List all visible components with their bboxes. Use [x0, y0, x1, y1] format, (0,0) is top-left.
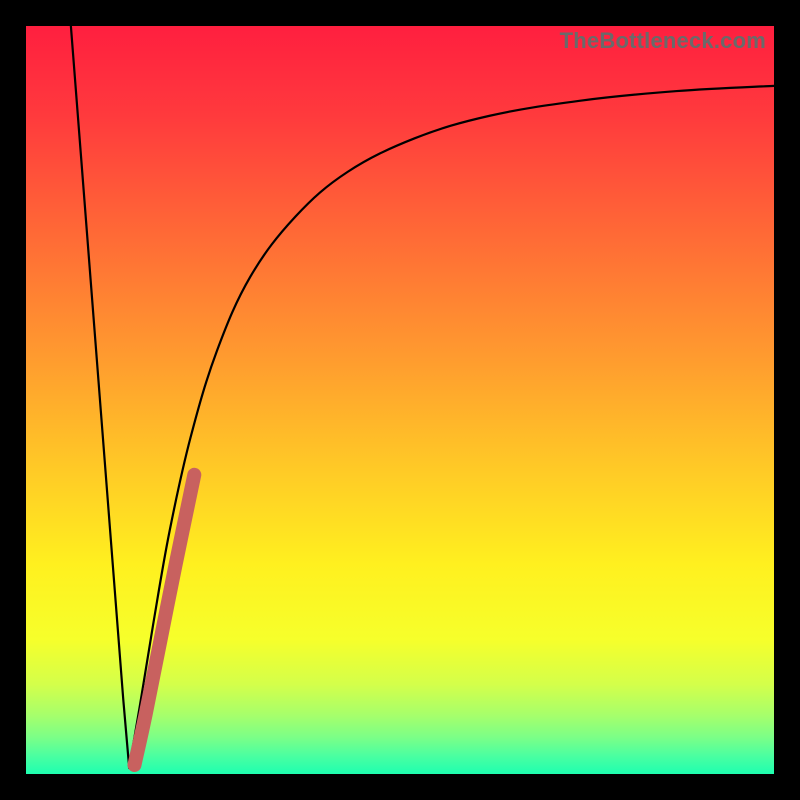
- curve-left-branch: [71, 26, 129, 768]
- chart-frame: TheBottleneck.com: [0, 0, 800, 800]
- curves-layer: [26, 26, 774, 774]
- curve-highlight-segment: [134, 475, 194, 765]
- plot-area: TheBottleneck.com: [26, 26, 774, 774]
- curve-right-branch: [129, 86, 774, 768]
